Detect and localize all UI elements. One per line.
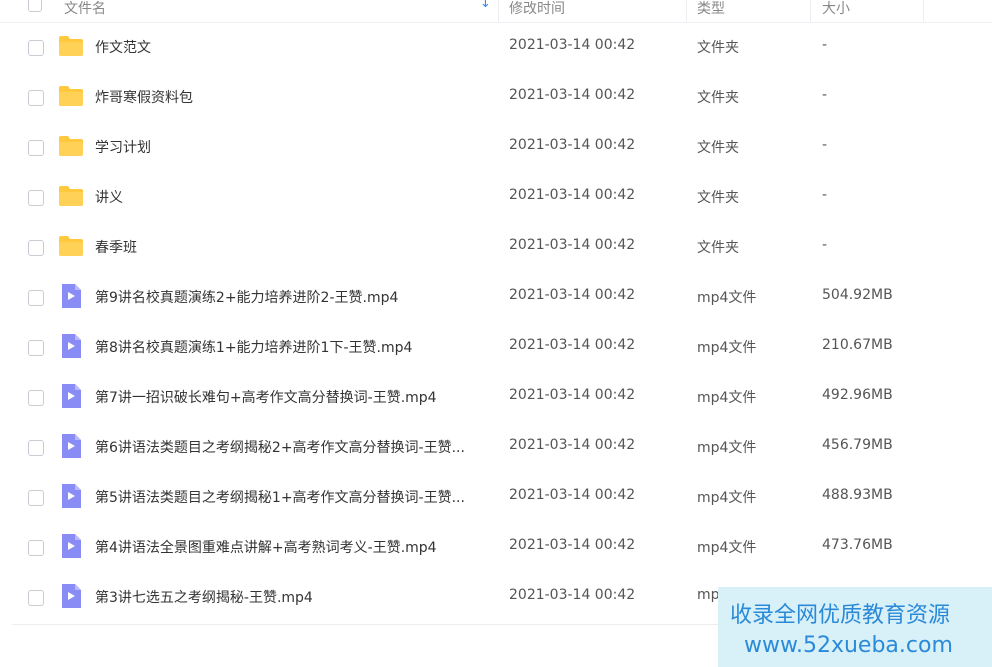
file-row[interactable]: 第5讲语法类题目之考纲揭秘1+高考作文高分替换词-王赞... 2021-03-14…	[0, 472, 992, 522]
watermark-banner: 收录全网优质教育资源 www.52xueba.com	[718, 587, 992, 667]
folder-icon	[58, 183, 84, 209]
select-all-checkbox[interactable]	[28, 0, 42, 12]
file-name[interactable]: 学习计划	[95, 137, 151, 157]
row-checkbox[interactable]	[28, 290, 44, 306]
file-size: 456.79MB	[822, 437, 893, 453]
file-row[interactable]: 春季班 2021-03-14 00:42 文件夹 -	[0, 222, 992, 272]
file-modified-time: 2021-03-14 00:42	[509, 587, 636, 603]
file-row[interactable]: 讲义 2021-03-14 00:42 文件夹 -	[0, 172, 992, 222]
file-size: 210.67MB	[822, 337, 893, 353]
watermark-slogan: 收录全网优质教育资源	[730, 603, 951, 628]
file-row[interactable]: 作文范文 2021-03-14 00:42 文件夹 -	[0, 22, 992, 72]
file-type: 文件夹	[697, 190, 739, 206]
file-type: mp4文件	[697, 390, 757, 406]
file-modified-time: 2021-03-14 00:42	[509, 187, 636, 203]
file-size: -	[822, 87, 828, 103]
video-file-icon	[58, 433, 84, 459]
row-checkbox[interactable]	[28, 590, 44, 606]
column-divider[interactable]	[923, 0, 924, 22]
file-name[interactable]: 第5讲语法类题目之考纲揭秘1+高考作文高分替换词-王赞...	[95, 487, 465, 507]
file-name[interactable]: 第8讲名校真题演练1+能力培养进阶1下-王赞.mp4	[95, 337, 412, 357]
file-modified-time: 2021-03-14 00:42	[509, 237, 636, 253]
file-modified-time: 2021-03-14 00:42	[509, 287, 636, 303]
file-name[interactable]: 第6讲语法类题目之考纲揭秘2+高考作文高分替换词-王赞...	[95, 437, 465, 457]
file-row[interactable]: 炸哥寒假资料包 2021-03-14 00:42 文件夹 -	[0, 72, 992, 122]
file-modified-time: 2021-03-14 00:42	[509, 387, 636, 403]
file-size: -	[822, 187, 828, 203]
file-name[interactable]: 讲义	[95, 187, 123, 207]
file-row[interactable]: 第6讲语法类题目之考纲揭秘2+高考作文高分替换词-王赞... 2021-03-14…	[0, 422, 992, 472]
file-name[interactable]: 春季班	[95, 237, 137, 257]
row-checkbox[interactable]	[28, 90, 44, 106]
row-checkbox[interactable]	[28, 140, 44, 156]
file-name[interactable]: 第9讲名校真题演练2+能力培养进阶2-王赞.mp4	[95, 287, 398, 307]
file-row[interactable]: 第8讲名校真题演练1+能力培养进阶1下-王赞.mp4 2021-03-14 00:…	[0, 322, 992, 372]
file-size: -	[822, 37, 828, 53]
file-name[interactable]: 第7讲一招识破长难句+高考作文高分替换词-王赞.mp4	[95, 387, 437, 407]
file-row[interactable]: 学习计划 2021-03-14 00:42 文件夹 -	[0, 122, 992, 172]
video-file-icon	[58, 283, 84, 309]
folder-icon	[58, 233, 84, 259]
file-row[interactable]: 第7讲一招识破长难句+高考作文高分替换词-王赞.mp4 2021-03-14 00…	[0, 372, 992, 422]
column-divider[interactable]	[498, 0, 499, 22]
column-divider[interactable]	[686, 0, 687, 22]
column-header-time[interactable]: 修改时间	[509, 0, 565, 18]
column-header-name[interactable]: 文件名	[64, 0, 106, 18]
row-checkbox[interactable]	[28, 490, 44, 506]
row-checkbox[interactable]	[28, 340, 44, 356]
file-type: mp4文件	[697, 340, 757, 356]
file-row[interactable]: 第9讲名校真题演练2+能力培养进阶2-王赞.mp4 2021-03-14 00:4…	[0, 272, 992, 322]
file-size: 488.93MB	[822, 487, 893, 503]
file-row[interactable]: 第4讲语法全景图重难点讲解+高考熟词考义-王赞.mp4 2021-03-14 00…	[0, 522, 992, 572]
file-type: mp4文件	[697, 290, 757, 306]
file-modified-time: 2021-03-14 00:42	[509, 537, 636, 553]
file-type: 文件夹	[697, 240, 739, 256]
video-file-icon	[58, 533, 84, 559]
file-name[interactable]: 作文范文	[95, 37, 151, 57]
file-modified-time: 2021-03-14 00:42	[509, 437, 636, 453]
file-size: 492.96MB	[822, 387, 893, 403]
file-type: mp4文件	[697, 440, 757, 456]
file-type: 文件夹	[697, 140, 739, 156]
video-file-icon	[58, 483, 84, 509]
row-checkbox[interactable]	[28, 390, 44, 406]
file-type: mp4文件	[697, 540, 757, 556]
column-header-type[interactable]: 类型	[697, 0, 725, 18]
file-name[interactable]: 第4讲语法全景图重难点讲解+高考熟词考义-王赞.mp4	[95, 537, 437, 557]
column-header-size[interactable]: 大小	[822, 0, 850, 18]
video-file-icon	[58, 333, 84, 359]
row-checkbox[interactable]	[28, 40, 44, 56]
file-type: 文件夹	[697, 90, 739, 106]
folder-icon	[58, 33, 84, 59]
file-size: -	[822, 237, 828, 253]
row-checkbox[interactable]	[28, 440, 44, 456]
file-size: -	[822, 137, 828, 153]
file-modified-time: 2021-03-14 00:42	[509, 87, 636, 103]
watermark-url: www.52xueba.com	[744, 633, 953, 658]
file-modified-time: 2021-03-14 00:42	[509, 337, 636, 353]
file-list: 文件名 ↓ 修改时间 类型 大小 作文范文 2021-03-14 00:42 文件夹…	[0, 0, 992, 667]
file-size: 473.76MB	[822, 537, 893, 553]
file-modified-time: 2021-03-14 00:42	[509, 37, 636, 53]
file-size: 504.92MB	[822, 287, 893, 303]
file-name[interactable]: 第3讲七选五之考纲揭秘-王赞.mp4	[95, 587, 313, 607]
file-type: mp4文件	[697, 490, 757, 506]
table-header: 文件名 ↓ 修改时间 类型 大小	[0, 0, 992, 23]
sort-arrow-icon[interactable]: ↓	[480, 0, 491, 11]
file-type: mp	[697, 587, 720, 603]
folder-icon	[58, 133, 84, 159]
file-modified-time: 2021-03-14 00:42	[509, 487, 636, 503]
video-file-icon	[58, 583, 84, 609]
file-modified-time: 2021-03-14 00:42	[509, 137, 636, 153]
column-divider[interactable]	[810, 0, 811, 22]
row-checkbox[interactable]	[28, 190, 44, 206]
video-file-icon	[58, 383, 84, 409]
file-name[interactable]: 炸哥寒假资料包	[95, 87, 193, 107]
folder-icon	[58, 83, 84, 109]
row-checkbox[interactable]	[28, 240, 44, 256]
row-checkbox[interactable]	[28, 540, 44, 556]
file-type: 文件夹	[697, 40, 739, 56]
